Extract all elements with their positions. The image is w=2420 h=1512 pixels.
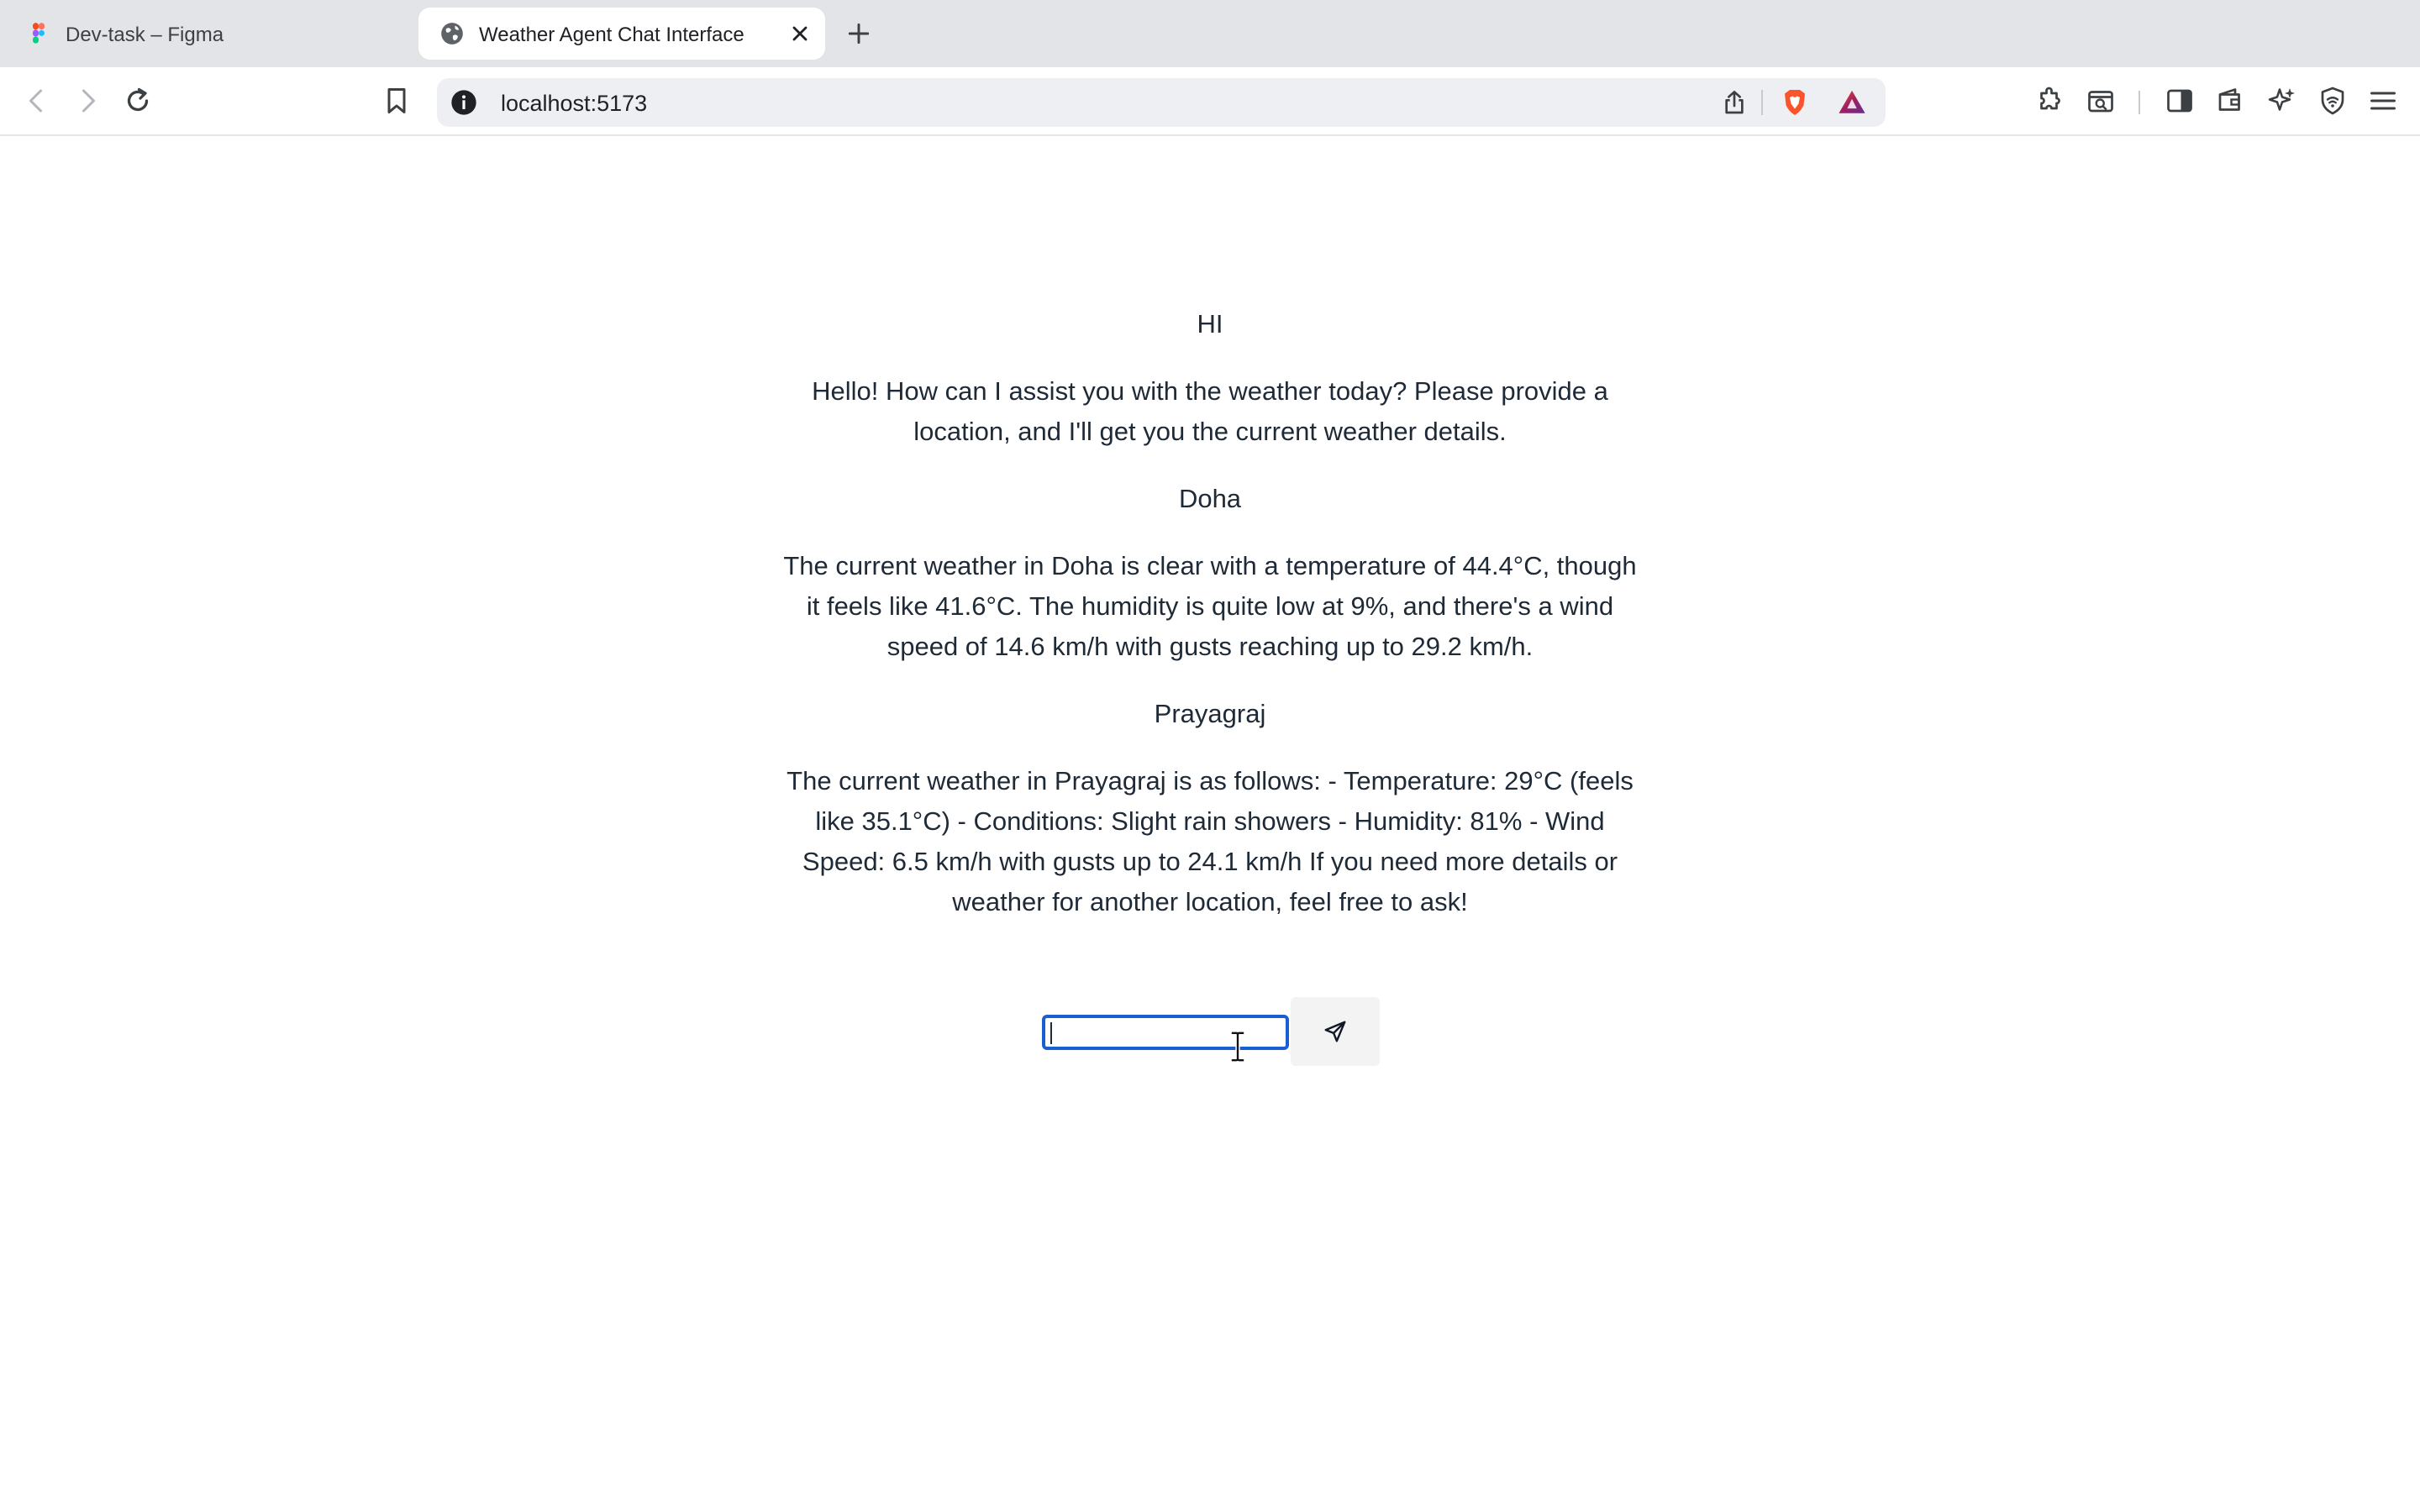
user-message: Doha — [1178, 484, 1242, 513]
text-caret — [1050, 1022, 1052, 1044]
divider — [1761, 90, 1763, 115]
tab-figma[interactable]: Dev-task – Figma — [12, 8, 407, 60]
chat-input[interactable] — [1042, 1015, 1289, 1050]
browser-tab-strip: Dev-task – Figma Weather Agent Chat Inte… — [0, 0, 2420, 67]
share-icon[interactable] — [1721, 89, 1748, 116]
user-message: HI — [1197, 309, 1223, 339]
leo-ai-icon[interactable] — [2267, 86, 2297, 116]
reload-icon[interactable] — [123, 86, 153, 116]
send-icon — [1324, 1021, 1346, 1042]
back-icon[interactable] — [22, 86, 52, 116]
bookmark-icon[interactable] — [381, 86, 412, 116]
address-bar[interactable]: localhost:5173 — [437, 78, 1886, 127]
tab-weather-agent[interactable]: Weather Agent Chat Interface — [418, 8, 825, 60]
divider — [2139, 91, 2140, 114]
sidebar-icon[interactable] — [2165, 86, 2195, 116]
assistant-message: The current weather in Prayagraj is as f… — [786, 766, 1634, 916]
assistant-message: The current weather in Doha is clear wit… — [783, 551, 1637, 661]
figma-icon — [33, 23, 45, 44]
text-cursor-icon — [1231, 1032, 1244, 1062]
browser-toolbar: localhost:5173 — [0, 67, 2420, 136]
forward-icon[interactable] — [72, 86, 103, 116]
tab-title: Dev-task – Figma — [66, 24, 224, 46]
assistant-message: Hello! How can I assist you with the wea… — [812, 376, 1608, 446]
send-button[interactable] — [1291, 997, 1380, 1066]
user-message: Prayagraj — [1154, 699, 1266, 728]
close-tab-icon[interactable] — [788, 22, 812, 45]
screenshot-icon[interactable] — [2086, 86, 2116, 116]
menu-icon[interactable] — [2368, 86, 2398, 116]
site-info-icon[interactable] — [450, 89, 477, 116]
globe-icon — [441, 23, 463, 45]
vpn-icon[interactable] — [2317, 86, 2348, 116]
brave-rewards-icon[interactable] — [1837, 88, 1867, 117]
address-url[interactable]: localhost:5173 — [501, 91, 647, 117]
chat-messages: HI Hello! How can I assist you with the … — [781, 304, 1639, 949]
extensions-icon[interactable] — [2035, 86, 2065, 116]
wallet-icon[interactable] — [2215, 86, 2245, 116]
tab-title: Weather Agent Chat Interface — [479, 24, 744, 46]
brave-shields-icon[interactable] — [1780, 87, 1810, 118]
new-tab-icon[interactable] — [845, 20, 872, 47]
